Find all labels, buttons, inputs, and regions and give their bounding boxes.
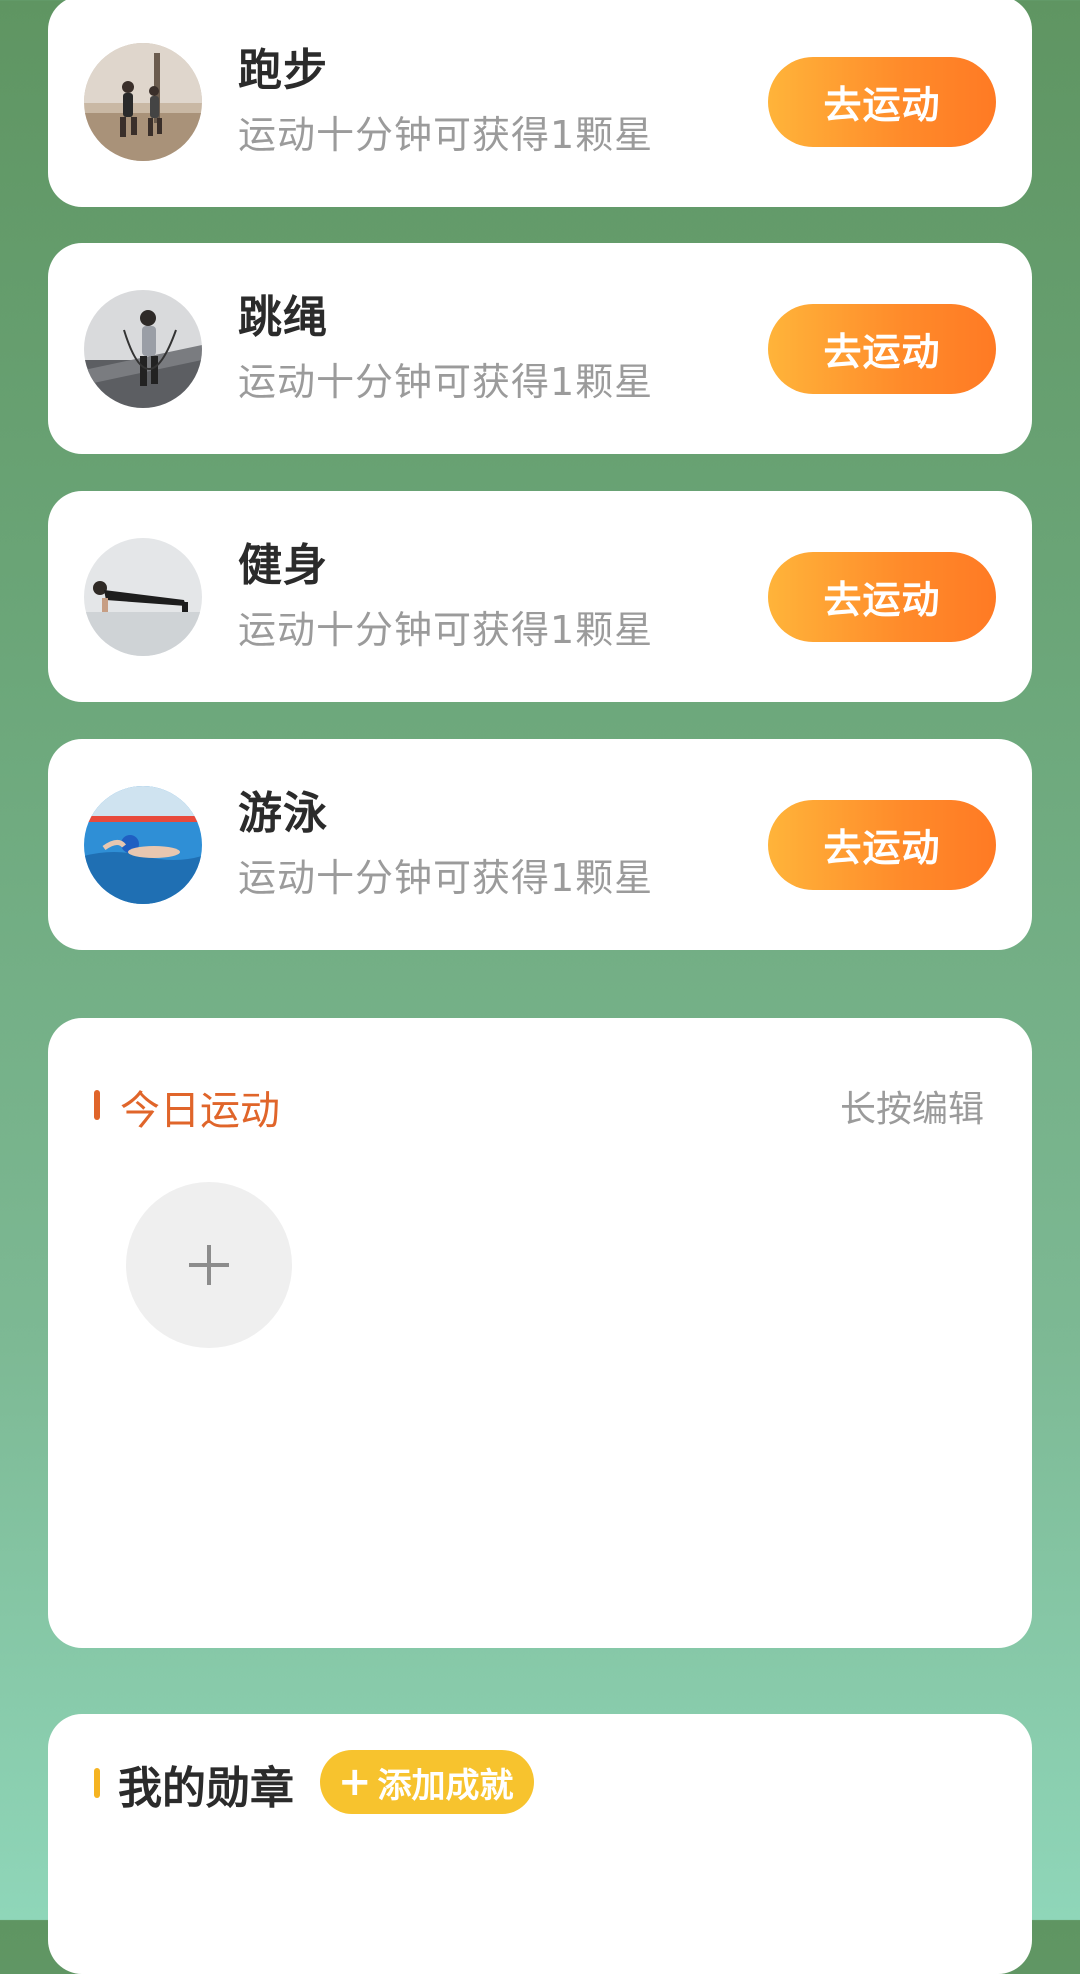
activity-card-fitness: 健身 运动十分钟可获得1颗星 去运动 — [48, 491, 1032, 702]
activity-subtitle: 运动十分钟可获得1颗星 — [238, 360, 654, 404]
go-exercise-button[interactable]: 去运动 — [768, 551, 996, 642]
long-press-edit-hint[interactable]: 长按编辑 — [840, 1080, 984, 1132]
activity-title: 跳绳 — [238, 292, 328, 343]
today-exercise-title: 今日运动 — [120, 1088, 280, 1134]
running-photo-icon — [84, 42, 202, 161]
activity-subtitle: 运动十分钟可获得1颗星 — [238, 608, 654, 652]
activity-card-running: 跑步 运动十分钟可获得1颗星 去运动 — [48, 0, 1032, 207]
activity-subtitle: 运动十分钟可获得1颗星 — [238, 856, 654, 900]
my-medals-title: 我的勋章 — [118, 1763, 294, 1814]
swimming-photo-icon — [84, 785, 202, 904]
plus-icon: + — [338, 1759, 372, 1805]
today-exercise-card: 今日运动 长按编辑 — [48, 1018, 1032, 1648]
go-exercise-button[interactable]: 去运动 — [768, 303, 996, 394]
add-exercise-button[interactable] — [126, 1182, 292, 1348]
activity-subtitle: 运动十分钟可获得1颗星 — [238, 113, 654, 157]
activity-title: 跑步 — [238, 45, 328, 96]
plus-icon — [189, 1245, 229, 1285]
section-accent-bar — [94, 1768, 100, 1798]
my-medals-card: 我的勋章 + 添加成就 — [48, 1714, 1032, 1974]
add-achievement-button[interactable]: + 添加成就 — [320, 1750, 534, 1814]
activity-card-jump-rope: 跳绳 运动十分钟可获得1颗星 去运动 — [48, 243, 1032, 454]
go-exercise-button[interactable]: 去运动 — [768, 56, 996, 147]
go-exercise-button[interactable]: 去运动 — [768, 799, 996, 890]
activity-title: 游泳 — [238, 788, 328, 839]
activity-title: 健身 — [238, 540, 328, 591]
section-accent-bar — [94, 1090, 100, 1120]
add-achievement-label: 添加成就 — [377, 1765, 514, 1806]
fitness-photo-icon — [84, 537, 202, 656]
activity-card-swimming: 游泳 运动十分钟可获得1颗星 去运动 — [48, 739, 1032, 950]
jump-rope-photo-icon — [84, 289, 202, 408]
